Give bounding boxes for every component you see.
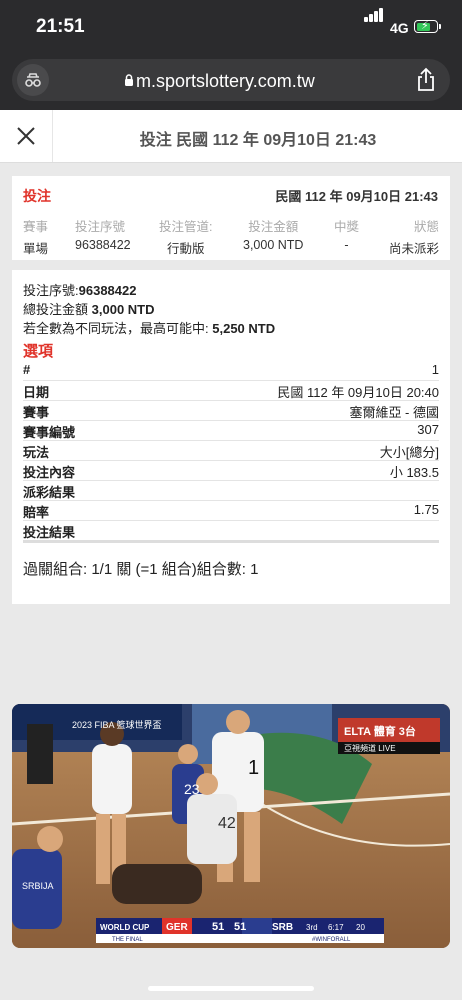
bet-detail-card: 投注序號:96388422 總投注金額 3,000 NTD 若全數為不同玩法，最… bbox=[12, 270, 450, 604]
svg-text:SRBIJA: SRBIJA bbox=[22, 881, 54, 891]
battery-icon: ⚡ bbox=[414, 20, 438, 33]
summary-col-channel: 投注管道: 行動版 bbox=[159, 220, 213, 256]
close-icon[interactable] bbox=[16, 126, 36, 146]
summary-col-status: 狀態 尚未派彩 bbox=[388, 220, 439, 256]
table-row: 投注內容小 183.5 bbox=[23, 460, 439, 481]
svg-text:1: 1 bbox=[248, 757, 259, 779]
address-bar[interactable]: m.sportslottery.com.tw bbox=[12, 59, 450, 101]
svg-text:ELTA 體育 3台: ELTA 體育 3台 bbox=[344, 724, 416, 738]
options-title: 選項 bbox=[23, 343, 54, 360]
bet-summary-card: 投注 民國 112 年 09月10日 21:43 賽事 單場 投注序號 963884… bbox=[12, 176, 450, 260]
table-row: #1 bbox=[23, 360, 439, 381]
pip-video[interactable]: 1 42 23 SRBIJA 2023 FIBA 籃球世界盃 ELTA 體育 3… bbox=[12, 704, 450, 948]
svg-text:#WINFORALL: #WINFORALL bbox=[312, 937, 351, 943]
summary-col-serial: 投注序號 96388422 bbox=[75, 220, 131, 252]
bet-datetime: 民國 112 年 09月10日 21:43 bbox=[275, 189, 438, 204]
svg-text:SRB: SRB bbox=[272, 922, 293, 933]
table-row: 賠率 1.75 bbox=[23, 502, 439, 521]
page-header: 投注 民國 112 年 09月10日 21:43 bbox=[0, 110, 462, 163]
network-type: 4G bbox=[390, 20, 409, 36]
summary-col-event: 賽事 單場 bbox=[23, 220, 49, 256]
page-title: 投注 民國 112 年 09月10日 21:43 bbox=[139, 132, 377, 149]
table-row: 賽事編號 307 bbox=[23, 422, 439, 441]
home-indicator[interactable] bbox=[148, 986, 314, 991]
table-row: 賽事 塞爾維亞 - 德國 bbox=[23, 400, 439, 421]
bet-type: 投注 bbox=[23, 188, 51, 204]
url-text: m.sportslottery.com.tw bbox=[136, 71, 315, 91]
svg-text:3rd: 3rd bbox=[306, 923, 318, 932]
amount-line: 總投注金額 3,000 NTD bbox=[23, 302, 155, 317]
svg-text:亞視頻道 LIVE: 亞視頻道 LIVE bbox=[344, 743, 396, 753]
svg-text:6:17: 6:17 bbox=[328, 923, 344, 932]
serial-line: 投注序號:96388422 bbox=[23, 283, 137, 298]
browser-bar: m.sportslottery.com.tw bbox=[0, 55, 462, 110]
share-icon[interactable] bbox=[414, 67, 438, 98]
svg-text:20: 20 bbox=[356, 923, 365, 932]
page-content: 投注 民國 112 年 09月10日 21:43 投注 民國 112 年 09月… bbox=[0, 110, 462, 1000]
clock: 21:51 bbox=[36, 16, 85, 37]
svg-text:GER: GER bbox=[166, 922, 188, 933]
table-row: 投注結果 bbox=[23, 525, 76, 540]
svg-text:51: 51 bbox=[234, 921, 246, 933]
svg-text:23: 23 bbox=[184, 781, 200, 797]
table-row: 日期 民國 112 年 09月10日 20:40 bbox=[23, 380, 439, 401]
summary-col-amount: 投注金額 3,000 NTD bbox=[243, 220, 304, 252]
combination-text: 過關組合: 1/1 關 (=1 組合)組合數: 1 bbox=[23, 561, 259, 578]
svg-text:WORLD CUP: WORLD CUP bbox=[100, 923, 150, 932]
summary-col-win: 中獎 - bbox=[334, 220, 360, 252]
video-frame: 1 42 23 SRBIJA 2023 FIBA 籃球世界盃 ELTA 體育 3… bbox=[12, 704, 450, 948]
max-win-line: 若全數為不同玩法，最高可能中: 5,250 NTD bbox=[23, 321, 276, 336]
lock-icon bbox=[125, 74, 133, 86]
svg-text:THE FINAL: THE FINAL bbox=[112, 937, 143, 943]
table-row: 玩法 大小[總分] bbox=[23, 440, 439, 461]
svg-text:2023 FIBA 籃球世界盃: 2023 FIBA 籃球世界盃 bbox=[72, 719, 162, 730]
svg-text:42: 42 bbox=[218, 815, 236, 832]
table-row: 派彩結果 bbox=[23, 480, 439, 501]
svg-text:51: 51 bbox=[212, 921, 224, 933]
reader-mode-icon[interactable] bbox=[17, 64, 49, 96]
status-bar: 21:51 4G ⚡ bbox=[0, 0, 462, 55]
divider bbox=[23, 540, 439, 543]
